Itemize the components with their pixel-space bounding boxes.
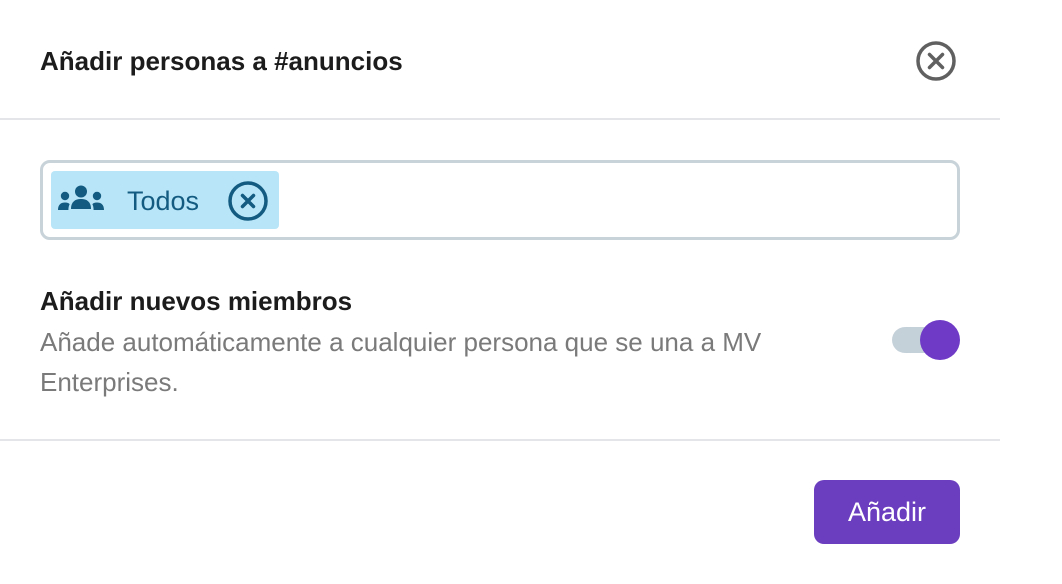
- group-icon: [58, 185, 104, 210]
- close-button[interactable]: [914, 39, 958, 83]
- people-input[interactable]: Todos: [40, 160, 960, 240]
- dialog-title: Añadir personas a #anuncios: [40, 46, 403, 76]
- setting-description: Añade automáticamente a cualquier person…: [40, 327, 762, 397]
- setting-title: Añadir nuevos miembros: [40, 286, 353, 316]
- add-new-members-toggle[interactable]: [892, 320, 960, 360]
- remove-chip-button[interactable]: [227, 180, 269, 222]
- selected-chip-everyone[interactable]: Todos: [51, 171, 279, 229]
- dialog-header: Añadir personas a #anuncios: [0, 0, 1000, 120]
- add-people-dialog: Añadir personas a #anuncios Todos Añadir…: [0, 0, 1000, 584]
- close-circle-icon: [916, 41, 956, 81]
- chip-label: Todos: [127, 186, 200, 216]
- add-button[interactable]: Añadir: [814, 480, 960, 544]
- remove-circle-icon: [228, 181, 268, 221]
- toggle-knob: [920, 320, 960, 360]
- footer-divider: [0, 439, 1000, 441]
